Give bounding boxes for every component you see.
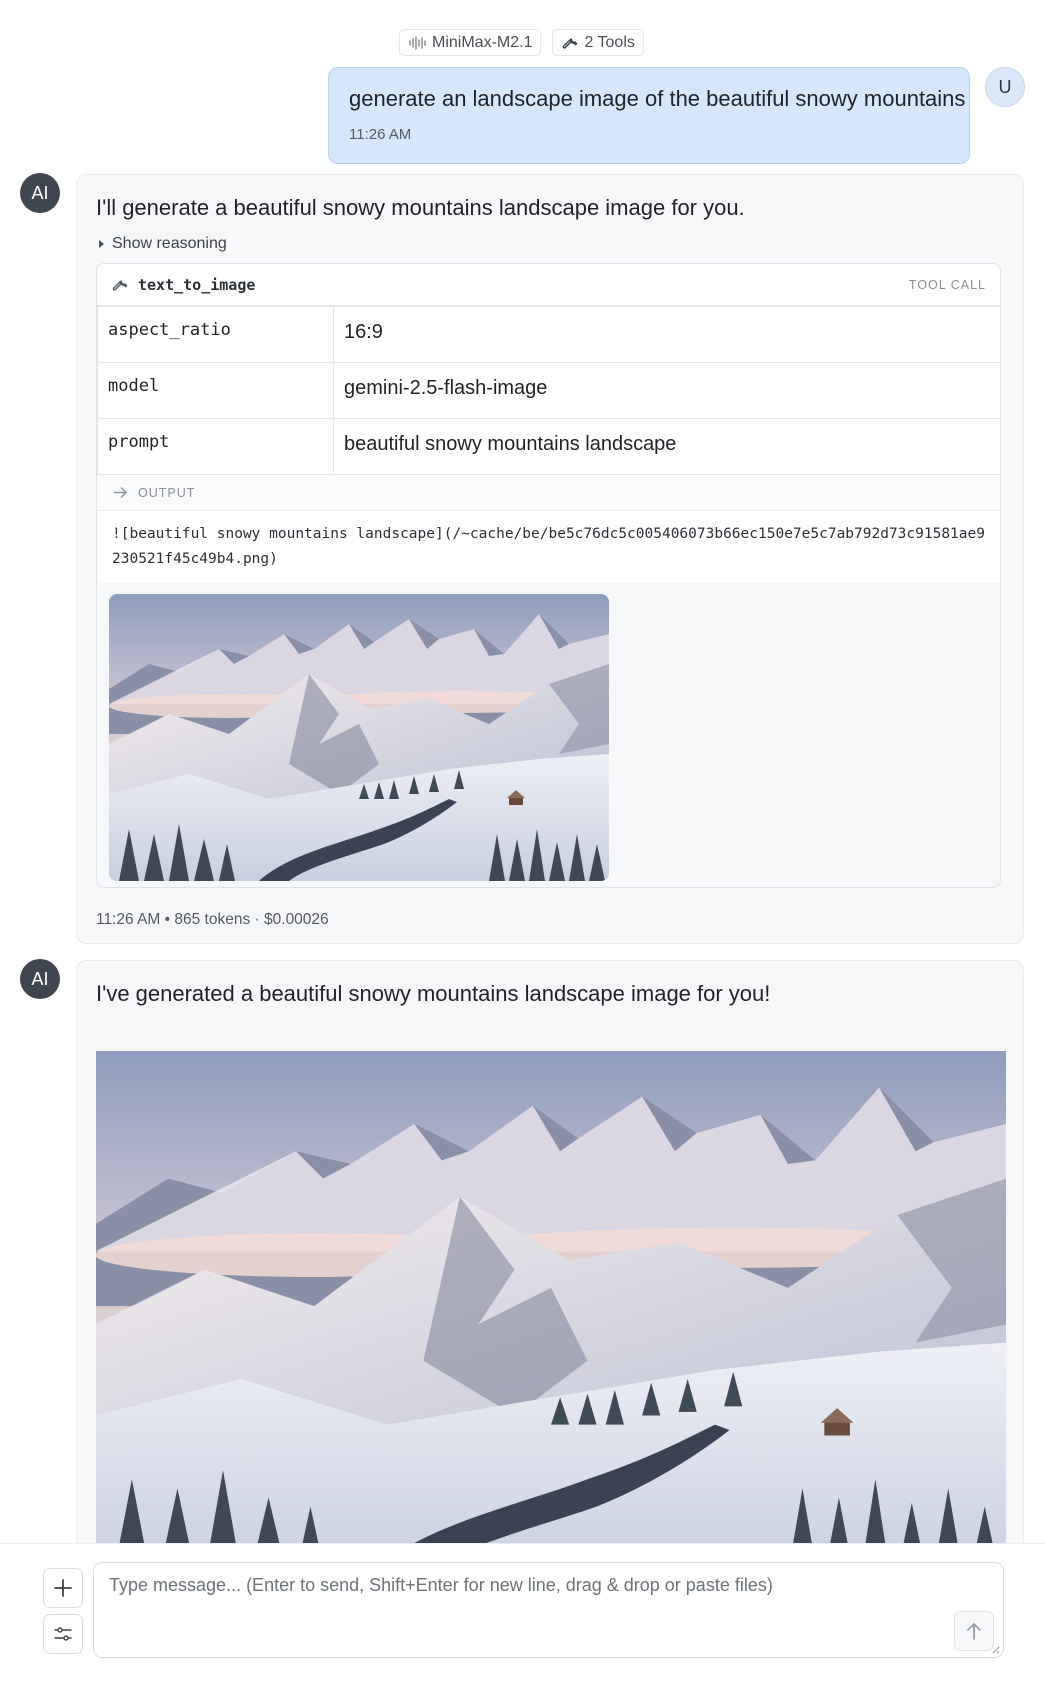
- arg-value: 16:9: [333, 306, 1000, 363]
- tool-args-table: aspect_ratio 16:9 model gemini-2.5-flash…: [97, 306, 1000, 475]
- generated-image[interactable]: [96, 1051, 1006, 1551]
- tools-chip-label: 2 Tools: [584, 33, 635, 51]
- arg-key: aspect_ratio: [97, 306, 334, 363]
- ai-message-text: I've generated a beautiful snowy mountai…: [96, 981, 771, 1006]
- tool-output-header: OUTPUT: [97, 475, 1000, 511]
- user-avatar: U: [985, 67, 1025, 107]
- user-message-text: generate an landscape image of the beaut…: [349, 86, 966, 111]
- arrow-right-icon: [114, 487, 127, 498]
- tool-output-image-area: [97, 583, 1000, 887]
- ai-avatar: AI: [20, 959, 60, 999]
- arrow-up-icon: [967, 1623, 981, 1640]
- generated-image-thumbnail[interactable]: [109, 594, 609, 881]
- message-meta: 11:26 AM • 865 tokens · $0.00026: [96, 911, 329, 929]
- caret-right-icon: [99, 240, 104, 248]
- arg-value: beautiful snowy mountains landscape: [333, 418, 1000, 475]
- ai-message-card: I'll generate a beautiful snowy mountain…: [76, 174, 1024, 944]
- meta-separator: •: [160, 911, 175, 928]
- message-input-placeholder: Type message... (Enter to send, Shift+En…: [109, 1575, 773, 1595]
- ai-message-text: I'll generate a beautiful snowy mountain…: [96, 195, 745, 220]
- meta-tokens: 865 tokens: [174, 911, 251, 928]
- tool-call-panel: text_to_image TOOL CALL aspect_ratio 16:…: [96, 263, 1001, 888]
- table-row: aspect_ratio 16:9: [97, 306, 1000, 363]
- ai-avatar: AI: [20, 173, 60, 213]
- tool-output-label: OUTPUT: [138, 485, 196, 500]
- table-row: prompt beautiful snowy mountains landsca…: [97, 418, 1000, 475]
- model-chip[interactable]: MiniMax-M2.1: [399, 29, 542, 56]
- wrench-icon: [112, 280, 128, 291]
- add-attachment-button[interactable]: [43, 1568, 83, 1608]
- send-button[interactable]: [954, 1611, 994, 1651]
- settings-button[interactable]: [43, 1614, 83, 1654]
- tool-call-tag: TOOL CALL: [908, 277, 986, 292]
- tool-call-header[interactable]: text_to_image TOOL CALL: [97, 264, 1000, 306]
- arg-key: model: [97, 362, 334, 419]
- meta-separator: ·: [250, 911, 265, 928]
- show-reasoning-toggle[interactable]: Show reasoning: [99, 235, 227, 253]
- meta-time: 11:26 AM: [96, 911, 161, 928]
- tools-chip[interactable]: 2 Tools: [552, 29, 644, 56]
- plus-icon: [54, 1579, 72, 1597]
- arg-key: prompt: [97, 418, 334, 475]
- message-composer: Type message... (Enter to send, Shift+En…: [0, 1543, 1045, 1688]
- sliders-icon: [54, 1627, 72, 1641]
- waveform-icon: [409, 35, 426, 50]
- table-row: model gemini-2.5-flash-image: [97, 362, 1000, 419]
- arg-value: gemini-2.5-flash-image: [333, 362, 1000, 419]
- show-reasoning-label: Show reasoning: [112, 235, 227, 252]
- ai-message-card: I've generated a beautiful snowy mountai…: [76, 960, 1024, 1560]
- chat-page: MiniMax-M2.1 2 Tools generate an landsca…: [0, 0, 1045, 1688]
- tool-output-text: ![beautiful snowy mountains landscape](/…: [97, 511, 1000, 584]
- meta-cost: $0.00026: [264, 911, 329, 928]
- user-message-time: 11:26 AM: [349, 126, 412, 143]
- message-input[interactable]: Type message... (Enter to send, Shift+En…: [93, 1562, 1004, 1658]
- tool-name: text_to_image: [138, 275, 256, 294]
- wrench-icon: [563, 38, 578, 49]
- model-chip-label: MiniMax-M2.1: [432, 33, 533, 51]
- session-chips: MiniMax-M2.1 2 Tools: [399, 29, 644, 56]
- user-message-bubble: generate an landscape image of the beaut…: [328, 67, 970, 164]
